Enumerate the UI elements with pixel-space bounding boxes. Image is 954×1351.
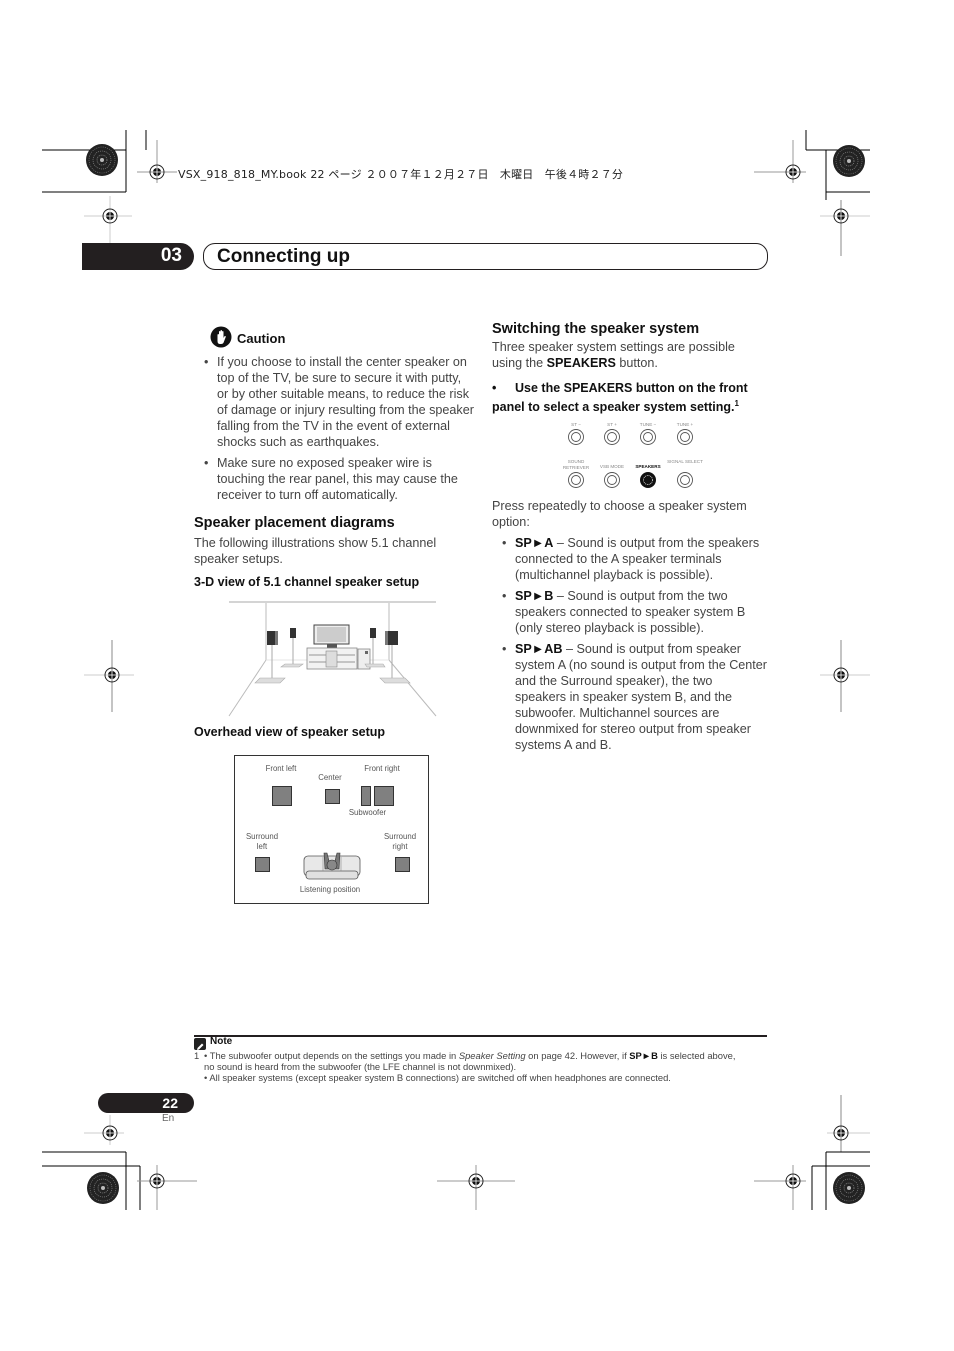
front-right-speaker: [374, 786, 394, 806]
print-registration-marks: [42, 130, 870, 1210]
note-line-1: • The subwoofer output depends on the se…: [204, 1050, 736, 1061]
speaker-placement-intro: The following illustrations show 5.1 cha…: [194, 536, 437, 566]
step-text: Use the SPEAKERS button on the front pan…: [492, 381, 748, 415]
front-right-speaker-3d: [379, 631, 411, 684]
starburst-mark-top-left: [85, 143, 119, 177]
front-right-label: Front right: [364, 764, 400, 773]
note-spb-bold: SP►B: [629, 1050, 658, 1061]
speaker-placement-heading: Speaker placement diagrams: [194, 515, 395, 531]
center-left-speaker-3d: [280, 628, 304, 668]
page-number-badge: 22: [98, 1093, 194, 1113]
surround-left-speaker: [255, 857, 270, 872]
panel-label-speakers: SPEAKERS: [635, 464, 661, 469]
caution-item: If you choose to install the center spea…: [194, 354, 474, 450]
note-footnote-number: 1: [194, 1050, 200, 1061]
overhead-view-heading: Overhead view of speaker setup: [194, 725, 386, 739]
print-header-text: VSX_918_818_MY.book 22 ページ ２００７年１２月２７日 木…: [178, 168, 624, 181]
step-bullet: •: [492, 381, 497, 395]
tv-3d: [313, 624, 350, 648]
surround-right-speaker: [395, 857, 410, 872]
option-text: – Sound is output from speaker system A …: [515, 642, 768, 752]
chapter-title-box: Connecting up: [203, 243, 768, 270]
note-text: is selected above,: [657, 1050, 736, 1061]
option-label: SP►A: [515, 536, 554, 550]
switching-intro: Three speaker system settings are possib…: [492, 339, 767, 371]
language-label: En: [162, 1113, 175, 1124]
sofa-listener-icon: [303, 852, 361, 880]
speaker-option-list: SP►A – Sound is output from the speakers…: [492, 535, 767, 758]
panel-label-sound-retriever: SOUND RETRIEVER: [562, 459, 590, 470]
footnote-ref: 1: [734, 399, 739, 408]
intro-speakers-bold: SPEAKERS: [546, 356, 616, 370]
surround-left-label: Surround left: [245, 832, 279, 851]
hand-stop-icon: [210, 326, 232, 348]
pencil-note-icon: [194, 1038, 206, 1050]
subwoofer-speaker: [361, 786, 371, 806]
speakers-button-highlight: [640, 472, 656, 488]
panel-label-signal-select: SIGNAL SELECT: [667, 459, 703, 464]
speaker-option-a: SP►A – Sound is output from the speakers…: [492, 535, 767, 583]
front-left-speaker: [272, 786, 292, 806]
center-label: Center: [318, 773, 342, 782]
press-repeatedly-text: Press repeatedly to choose a speaker sys…: [492, 499, 747, 529]
subwoofer-label: Subwoofer: [348, 808, 387, 817]
overhead-speaker-diagram: Front left Center Front right Subwoofer …: [234, 755, 429, 904]
option-label: SP►AB: [515, 642, 563, 656]
center-speaker: [325, 789, 340, 804]
front-panel-illustration: ST − ST + TUNE − TUNE + SOUND RETRIEVER …: [556, 420, 706, 492]
panel-label-vsb-mode: VSB MODE: [599, 464, 625, 469]
switching-step: • Use the SPEAKERS button on the front pa…: [492, 380, 767, 415]
speaker-option-ab: SP►AB – Sound is output from speaker sys…: [492, 641, 767, 753]
caution-list: If you choose to install the center spea…: [194, 354, 474, 508]
caution-title: Caution: [237, 331, 286, 346]
surround-right-label: Surround right: [383, 832, 417, 851]
intro-text-end: button.: [615, 356, 658, 370]
view-3d-heading: 3-D view of 5.1 channel speaker setup: [194, 575, 420, 589]
switching-heading: Switching the speaker system: [492, 321, 700, 337]
speaker-option-b: SP►B – Sound is output from the two spea…: [492, 588, 767, 636]
note-text: on page 42. However, if: [525, 1050, 630, 1061]
option-label: SP►B: [515, 589, 554, 603]
listening-position-label: Listening position: [299, 885, 361, 894]
chapter-number-badge: 03: [82, 243, 194, 270]
speaker-setup-3d-illustration: [228, 601, 437, 717]
note-divider: [194, 1035, 767, 1037]
front-left-label: Front left: [265, 764, 297, 773]
note-text: • The subwoofer output depends on the se…: [204, 1050, 459, 1061]
note-line-3: • All speaker systems (except speaker sy…: [204, 1072, 671, 1083]
caution-item: Make sure no exposed speaker wire is tou…: [194, 455, 474, 503]
note-speaker-setting-ref: Speaker Setting: [458, 1050, 526, 1061]
note-title: Note: [210, 1036, 233, 1047]
av-rack-3d: [306, 647, 358, 670]
front-left-speaker-3d: [254, 631, 286, 684]
note-line-2: no sound is heard from the subwoofer (th…: [204, 1061, 517, 1072]
chapter-title: Connecting up: [217, 246, 350, 267]
